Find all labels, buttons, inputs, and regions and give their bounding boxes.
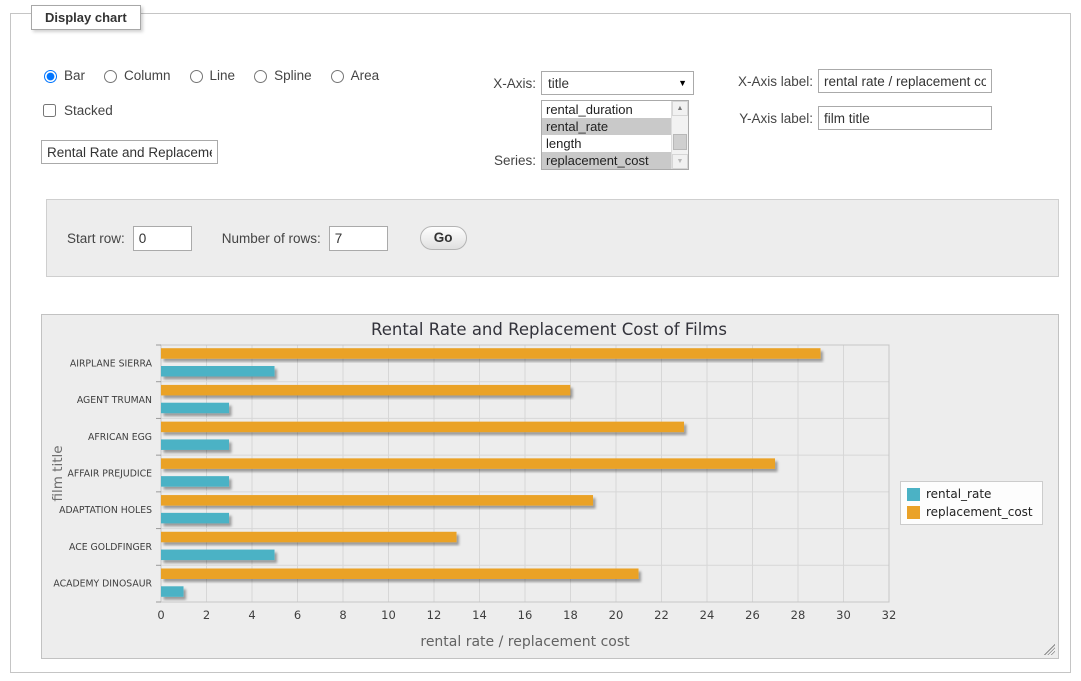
category-label: AIRPLANE SIERRA [70, 358, 153, 369]
resize-handle-icon[interactable] [1044, 644, 1055, 655]
category-label: ADAPTATION HOLES [59, 505, 152, 516]
legend-swatch [907, 506, 920, 519]
x-tick-label: 20 [609, 608, 624, 622]
chart-type-option-area[interactable]: Area [326, 67, 380, 83]
bar-rental_rate [161, 366, 275, 377]
chart-type-radio-area[interactable] [331, 70, 344, 83]
x-tick-label: 18 [563, 608, 578, 622]
chart-type-option-column[interactable]: Column [99, 67, 171, 83]
listbox-scrollbar[interactable]: ▲ ▼ [671, 101, 688, 169]
x-tick-label: 30 [836, 608, 851, 622]
x-tick-label: 2 [203, 608, 210, 622]
series-options: rental_durationrental_ratelengthreplacem… [542, 101, 672, 169]
chart-type-radio-line[interactable] [190, 70, 203, 83]
x-tick-label: 6 [294, 608, 301, 622]
x-tick-label: 28 [791, 608, 806, 622]
category-label: ACE GOLDFINGER [69, 542, 152, 553]
x-tick-label: 8 [339, 608, 346, 622]
x-tick-label: 32 [882, 608, 897, 622]
legend-entry-replacement_cost: replacement_cost [907, 505, 1033, 519]
scroll-up-icon[interactable]: ▲ [672, 101, 688, 116]
stacked-row: Stacked [39, 101, 113, 120]
chart-type-radio-column[interactable] [104, 70, 117, 83]
chart-container: Rental Rate and Replacement Cost of Film… [41, 314, 1059, 659]
start-row-input[interactable] [133, 226, 192, 251]
category-label: AFRICAN EGG [88, 432, 152, 443]
stacked-checkbox[interactable] [43, 104, 56, 117]
category-label: AFFAIR PREJUDICE [68, 469, 153, 480]
y-axis-label-input[interactable] [818, 106, 992, 130]
series-listbox[interactable]: rental_durationrental_ratelengthreplacem… [541, 100, 689, 170]
y-axis-title: film title [50, 445, 66, 501]
x-tick-label: 24 [700, 608, 715, 622]
x-tick-label: 4 [248, 608, 255, 622]
bar-rental_rate [161, 586, 184, 597]
chart-title: Rental Rate and Replacement Cost of Film… [371, 320, 727, 339]
chart-type-radio-spline[interactable] [254, 70, 267, 83]
bar-rental_rate [161, 476, 229, 487]
bar-rental_rate [161, 513, 229, 524]
category-label: ACADEMY DINOSAUR [53, 579, 152, 590]
x-tick-label: 22 [654, 608, 669, 622]
bar-replacement_cost [161, 348, 821, 359]
y-axis-label-label: Y-Axis label: [721, 111, 813, 126]
chart-type-text: Bar [64, 68, 85, 83]
legend-entry-rental_rate: rental_rate [907, 487, 1033, 501]
category-label: AGENT TRUMAN [77, 395, 152, 406]
x-tick-label: 12 [427, 608, 442, 622]
x-tick-label: 10 [381, 608, 396, 622]
num-rows-input[interactable] [329, 226, 388, 251]
chart-type-radio-bar[interactable] [44, 70, 57, 83]
scrollbar-thumb[interactable] [673, 134, 687, 150]
page: Display chart Bar Column Line Spline Area St… [0, 0, 1081, 681]
bar-replacement_cost [161, 385, 570, 396]
fieldset-legend: Display chart [31, 5, 141, 30]
go-button[interactable]: Go [420, 226, 467, 250]
series-option-replacement_cost[interactable]: replacement_cost [542, 152, 672, 169]
legend-label: replacement_cost [926, 505, 1033, 519]
chart-type-radio-group: Bar Column Line Spline Area [39, 67, 387, 83]
x-axis-label-input[interactable] [818, 69, 992, 93]
chart-legend: rental_rate replacement_cost [900, 481, 1043, 525]
x-tick-label: 26 [745, 608, 760, 622]
series-option-rental_rate[interactable]: rental_rate [542, 118, 672, 135]
x-axis-select-label: X-Axis: [441, 76, 536, 91]
x-tick-label: 0 [157, 608, 164, 622]
legend-label: rental_rate [926, 487, 991, 501]
chevron-down-icon: ▼ [678, 78, 687, 88]
chart-type-text: Area [351, 68, 380, 83]
bar-rental_rate [161, 403, 229, 414]
scroll-down-icon[interactable]: ▼ [672, 154, 688, 169]
chart-type-text: Spline [274, 68, 312, 83]
start-row-label: Start row: [67, 231, 125, 246]
chart-type-text: Line [210, 68, 236, 83]
x-axis-select-value: title [548, 76, 674, 91]
bar-replacement_cost [161, 422, 684, 433]
chart-title-input[interactable] [41, 140, 218, 164]
bar-replacement_cost [161, 568, 639, 579]
chart-type-text: Column [124, 68, 171, 83]
rows-panel: Start row: Number of rows: Go [46, 199, 1059, 277]
x-axis-label-label: X-Axis label: [721, 74, 813, 89]
bar-replacement_cost [161, 458, 775, 469]
num-rows-label: Number of rows: [222, 231, 321, 246]
x-tick-label: 14 [472, 608, 487, 622]
bar-rental_rate [161, 439, 229, 450]
chart-type-option-bar[interactable]: Bar [39, 67, 85, 83]
bar-replacement_cost [161, 532, 457, 543]
chart-type-option-line[interactable]: Line [185, 67, 236, 83]
series-label: Series: [441, 153, 536, 168]
display-chart-fieldset: Display chart BarColumnLineSplineArea St… [10, 13, 1071, 673]
series-option-rental_duration[interactable]: rental_duration [542, 101, 672, 118]
bar-rental_rate [161, 550, 275, 561]
x-tick-label: 16 [518, 608, 533, 622]
x-axis-select[interactable]: title ▼ [541, 71, 694, 95]
series-option-length[interactable]: length [542, 135, 672, 152]
legend-swatch [907, 488, 920, 501]
stacked-label[interactable]: Stacked [64, 103, 113, 118]
x-axis-title: rental rate / replacement cost [420, 634, 630, 650]
bar-replacement_cost [161, 495, 593, 506]
chart-type-option-spline[interactable]: Spline [249, 67, 312, 83]
